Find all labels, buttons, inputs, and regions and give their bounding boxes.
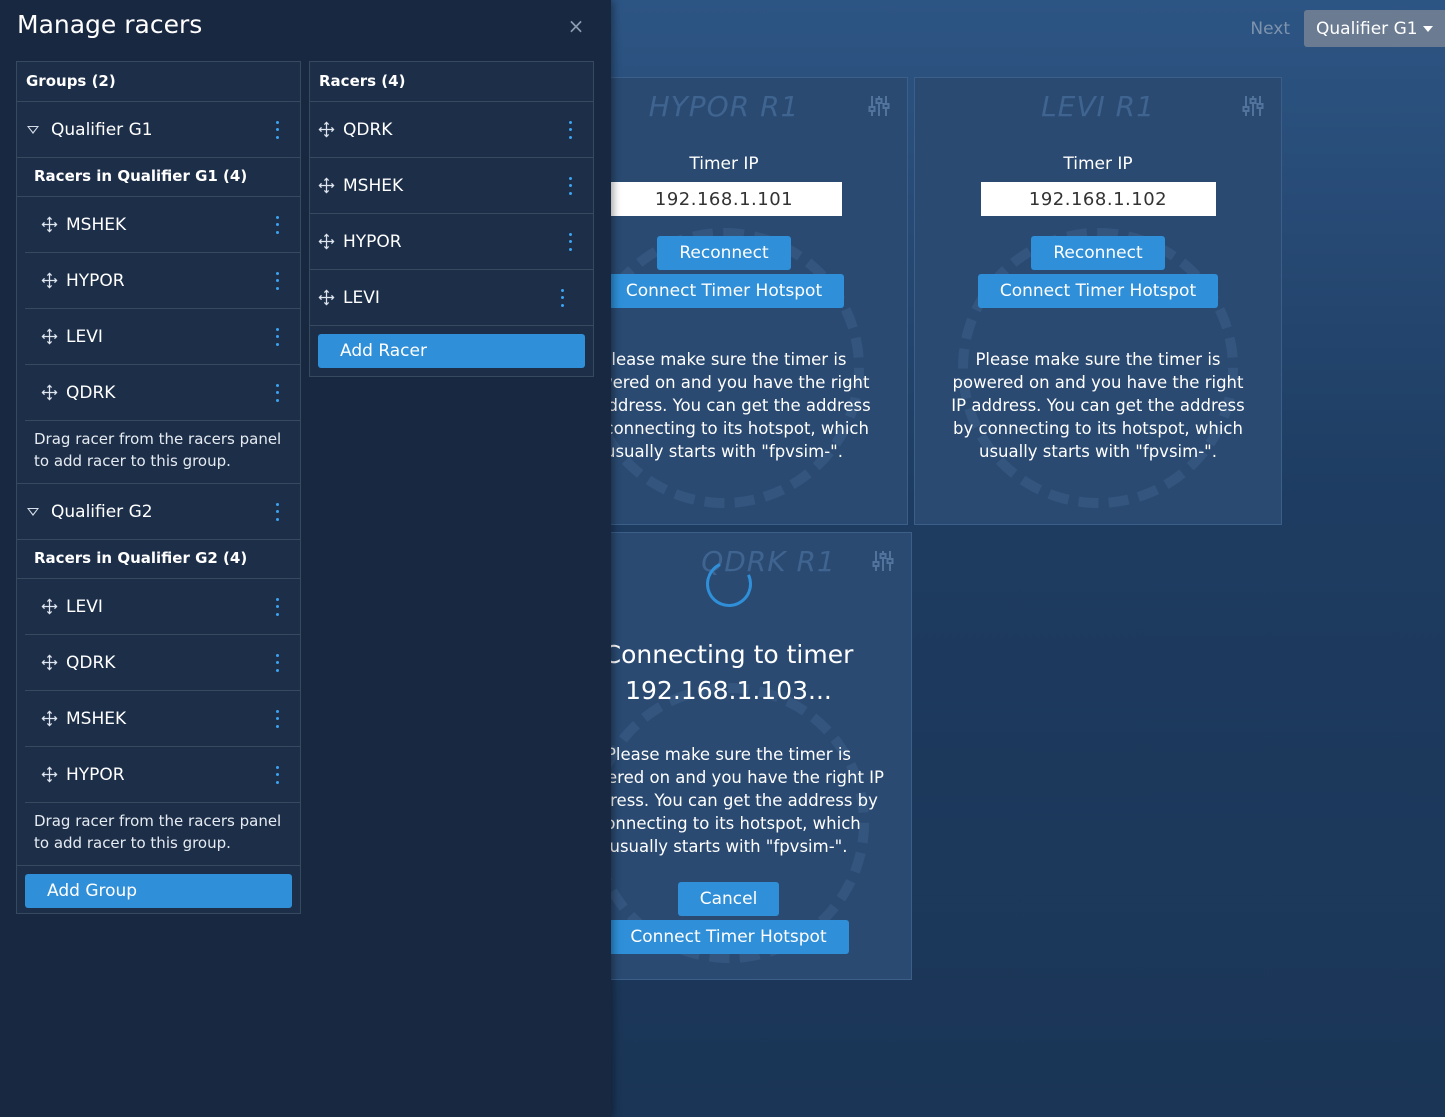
add-racer-button[interactable]: Add Racer (318, 334, 585, 368)
more-vert-icon[interactable] (561, 288, 565, 307)
move-drag-icon[interactable] (41, 328, 58, 345)
more-vert-icon[interactable] (276, 215, 280, 234)
move-drag-icon[interactable] (318, 121, 335, 138)
move-drag-icon[interactable] (41, 272, 58, 289)
racer-name: LEVI (66, 596, 103, 617)
list-item[interactable]: HYPOR (25, 747, 300, 803)
group-row-qualifier-g2[interactable]: Qualifier G2 (17, 484, 300, 540)
list-item[interactable]: QDRK (25, 635, 300, 691)
more-vert-icon[interactable] (276, 709, 280, 728)
move-drag-icon[interactable] (318, 233, 335, 250)
collapse-triangle-icon[interactable] (27, 125, 39, 134)
group-select-value: Qualifier G1 (1316, 18, 1418, 39)
racer-name: LEVI (66, 326, 103, 347)
move-drag-icon[interactable] (41, 598, 58, 615)
more-vert-icon[interactable] (276, 383, 280, 402)
loading-spinner-icon (699, 554, 758, 614)
move-drag-icon[interactable] (318, 177, 335, 194)
chevron-down-icon (1423, 25, 1433, 32)
more-vert-icon[interactable] (276, 502, 280, 521)
group-subhead: Racers in Qualifier G2 (4) (17, 540, 300, 579)
card-title: LEVI R1 (1041, 89, 1155, 123)
list-item[interactable]: QDRK (310, 102, 593, 158)
connect-hotspot-button[interactable]: Connect Timer Hotspot (977, 274, 1219, 308)
help-text: Please make sure the timer is powered on… (951, 350, 1245, 461)
help-text: Please make sure the timer is powered on… (577, 350, 871, 461)
collapse-triangle-icon[interactable] (27, 507, 39, 516)
racer-name: MSHEK (66, 708, 127, 729)
manage-racers-panel: Manage racers × Groups (2) Qualifier G1 … (0, 0, 611, 1117)
reconnect-button[interactable]: Reconnect (657, 236, 791, 270)
hint-line: Drag racer from the racers panel (34, 812, 282, 830)
add-group-button[interactable]: Add Group (25, 874, 292, 908)
settings-sliders-icon[interactable] (867, 94, 891, 118)
drag-hint: Drag racer from the racers panel to add … (17, 421, 300, 484)
hint-line: to add racer to this group. (34, 834, 231, 852)
timer-ip-input[interactable] (980, 182, 1216, 216)
more-vert-icon[interactable] (569, 176, 573, 195)
racer-name: MSHEK (66, 214, 127, 235)
list-item[interactable]: MSHEK (310, 158, 593, 214)
more-vert-icon[interactable] (276, 271, 280, 290)
more-vert-icon[interactable] (276, 120, 280, 139)
group-subhead: Racers in Qualifier G1 (4) (17, 158, 300, 197)
cancel-button[interactable]: Cancel (677, 882, 780, 916)
move-drag-icon[interactable] (318, 289, 335, 306)
connect-hotspot-button[interactable]: Connect Timer Hotspot (608, 920, 849, 954)
list-item[interactable]: QDRK (25, 365, 300, 421)
reconnect-button[interactable]: Reconnect (1031, 236, 1165, 270)
move-drag-icon[interactable] (41, 766, 58, 783)
groups-column: Groups (2) Qualifier G1 Racers in Qualif… (16, 61, 301, 914)
card-title: HYPOR R1 (648, 89, 800, 123)
list-item[interactable]: MSHEK (25, 197, 300, 253)
list-item[interactable]: LEVI (25, 579, 300, 635)
timer-ip-label: Timer IP (1063, 154, 1133, 174)
racer-name: HYPOR (343, 231, 402, 252)
list-item[interactable]: HYPOR (25, 253, 300, 309)
next-button[interactable]: Next (1244, 19, 1296, 39)
group-select[interactable]: Qualifier G1 (1304, 10, 1445, 47)
timer-card-levi: LEVI R1 Timer IP Reconnect Connect Timer… (914, 77, 1282, 525)
racer-name: QDRK (343, 119, 393, 140)
list-item[interactable]: HYPOR (310, 214, 593, 270)
racer-name: HYPOR (66, 270, 125, 291)
racers-header: Racers (4) (310, 62, 593, 102)
group-racers-list: Racers in Qualifier G1 (4) MSHEK HYPOR L… (17, 158, 300, 484)
racer-name: QDRK (66, 652, 116, 673)
help-text: Please make sure the timer is powered on… (572, 745, 885, 856)
more-vert-icon[interactable] (276, 327, 280, 346)
racer-name: QDRK (66, 382, 116, 403)
move-drag-icon[interactable] (41, 710, 58, 727)
top-bar: Next Qualifier G1 (1244, 10, 1445, 47)
drag-hint: Drag racer from the racers panel to add … (17, 803, 300, 866)
groups-header: Groups (2) (17, 62, 300, 102)
more-vert-icon[interactable] (276, 765, 280, 784)
more-vert-icon[interactable] (276, 597, 280, 616)
close-icon[interactable]: × (566, 16, 586, 36)
move-drag-icon[interactable] (41, 384, 58, 401)
move-drag-icon[interactable] (41, 654, 58, 671)
group-racers-list: Racers in Qualifier G2 (4) LEVI QDRK MSH… (17, 540, 300, 866)
racer-name: MSHEK (343, 175, 404, 196)
move-drag-icon[interactable] (41, 216, 58, 233)
list-item[interactable]: LEVI (25, 309, 300, 365)
settings-sliders-icon[interactable] (1241, 94, 1265, 118)
racer-name: HYPOR (66, 764, 125, 785)
racers-column: Racers (4) QDRK MSHEK HYPOR LEVI Add Rac… (309, 61, 594, 377)
more-vert-icon[interactable] (569, 120, 573, 139)
timer-ip-input[interactable] (606, 182, 842, 216)
more-vert-icon[interactable] (276, 653, 280, 672)
racer-name: LEVI (343, 287, 380, 308)
hint-line: to add racer to this group. (34, 452, 231, 470)
hint-line: Drag racer from the racers panel (34, 430, 282, 448)
list-item[interactable]: LEVI (310, 270, 593, 326)
panel-title: Manage racers (17, 10, 203, 39)
connect-hotspot-button[interactable]: Connect Timer Hotspot (603, 274, 845, 308)
card-header: LEVI R1 (915, 78, 1281, 134)
more-vert-icon[interactable] (569, 232, 573, 251)
group-row-qualifier-g1[interactable]: Qualifier G1 (17, 102, 300, 158)
group-name: Qualifier G1 (51, 119, 153, 140)
group-name: Qualifier G2 (51, 501, 153, 522)
list-item[interactable]: MSHEK (25, 691, 300, 747)
